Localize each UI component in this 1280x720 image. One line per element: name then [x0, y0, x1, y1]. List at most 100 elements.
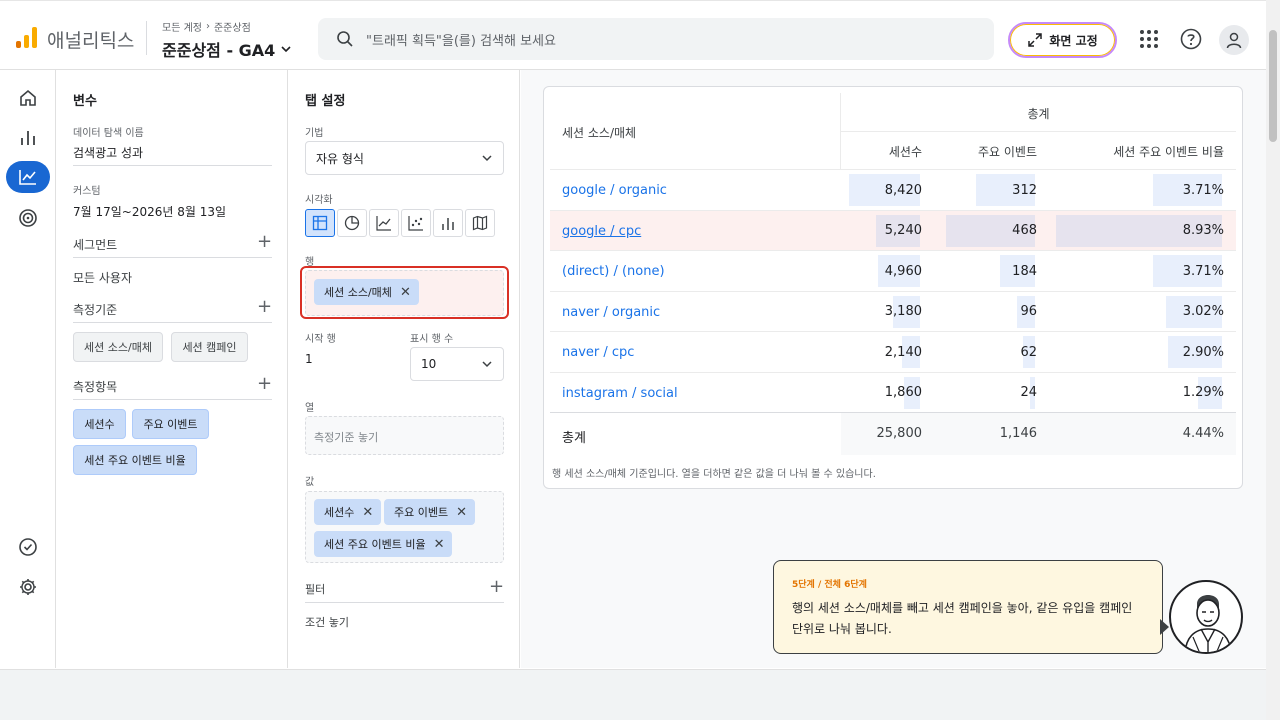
- remove-icon[interactable]: ✕: [434, 537, 445, 552]
- dimensions-label: 측정기준: [73, 303, 118, 317]
- date-range-picker[interactable]: 7월 17일~2026년 8월 13일: [73, 203, 226, 220]
- reports-icon[interactable]: [16, 126, 40, 150]
- column-header[interactable]: 주요 이벤트: [938, 143, 1037, 160]
- account-icon[interactable]: [1219, 25, 1249, 55]
- check-icon[interactable]: [16, 535, 40, 559]
- exploration-name-field[interactable]: 검색광고 성과: [73, 144, 143, 161]
- expand-icon: [1028, 33, 1043, 47]
- table-row[interactable]: google / cpc 5,240 468 8.93%: [550, 209, 1236, 250]
- bar-chart-icon[interactable]: [433, 209, 463, 237]
- left-nav: [0, 70, 56, 668]
- explore-icon[interactable]: [6, 161, 50, 193]
- dimension-chip[interactable]: 세션 소스/매체: [73, 332, 163, 362]
- source-medium-link[interactable]: google / cpc: [562, 224, 641, 239]
- value-chip[interactable]: 세션 주요 이벤트 비율 ✕: [314, 531, 453, 557]
- row-dimension-header[interactable]: 세션 소스/매체: [562, 124, 636, 141]
- add-filter-icon[interactable]: +: [489, 578, 504, 596]
- filters-label: 필터: [305, 583, 326, 596]
- column-header[interactable]: 세션수: [841, 143, 922, 160]
- cell-sessions: 5,240: [884, 223, 922, 238]
- cell-events: 312: [1012, 182, 1037, 198]
- columns-placeholder: 측정기준 놓기: [314, 431, 379, 444]
- home-icon[interactable]: [16, 86, 40, 110]
- analytics-logo-icon[interactable]: [16, 27, 37, 48]
- bottom-section: [0, 669, 1266, 720]
- value-chip[interactable]: 세션수 ✕: [314, 499, 382, 525]
- table-footnote: 행 세션 소스/매체 기준입니다. 열을 더하면 같은 값을 더 나눠 볼 수 …: [552, 469, 876, 480]
- breadcrumb[interactable]: 모든 계정 › 준준상점: [162, 19, 251, 34]
- map-icon[interactable]: [465, 209, 495, 237]
- variables-panel: 변수 데이터 탐색 이름 검색광고 성과 커스텀 7월 17일~2026년 8월…: [57, 70, 288, 668]
- cell-events: 62: [1020, 344, 1037, 360]
- value-chip-label: 세션 주요 이벤트 비율: [324, 538, 426, 551]
- search-bar[interactable]: "트래픽 획득"을(를) 검색해 보세요: [318, 18, 994, 60]
- breadcrumb-item[interactable]: 모든 계정: [162, 19, 202, 34]
- pin-screen-label: 화면 고정: [1049, 33, 1098, 48]
- total-row: 총계 25,800 1,146 4.44%: [550, 412, 1236, 455]
- source-medium-link[interactable]: (direct) / (none): [562, 264, 665, 279]
- group-header: 총계: [1027, 107, 1050, 121]
- table-row[interactable]: naver / organic 3,180 96 3.02%: [550, 290, 1236, 331]
- cell-rate: 8.93%: [1182, 223, 1224, 238]
- scrollbar-thumb[interactable]: [1269, 30, 1277, 142]
- tutorial-tooltip: 5단계 / 전체 6단계 행의 세션 소스/매체를 빼고 세션 캠페인을 놓아,…: [773, 560, 1163, 654]
- cell-sessions: 4,960: [884, 263, 922, 279]
- cell-rate: 3.71%: [1182, 182, 1224, 198]
- total-rate: 4.44%: [1182, 425, 1224, 441]
- page-scrollbar[interactable]: [1266, 0, 1280, 720]
- technique-select[interactable]: 자유 형식: [305, 141, 504, 175]
- cell-sessions: 2,140: [884, 344, 922, 360]
- settings-icon[interactable]: [16, 575, 40, 599]
- scatter-chart-icon[interactable]: [401, 209, 431, 237]
- table-row[interactable]: instagram / social 1,860 24 1.29%: [550, 371, 1236, 412]
- source-medium-link[interactable]: naver / cpc: [562, 345, 634, 360]
- pin-screen-button[interactable]: 화면 고정: [1008, 22, 1117, 58]
- chevron-down-icon: [281, 46, 291, 53]
- cell-events: 468: [1012, 223, 1037, 238]
- divider: [73, 322, 272, 323]
- show-rows-select[interactable]: 10: [410, 347, 504, 381]
- show-rows-value: 10: [421, 357, 437, 371]
- dimension-chip[interactable]: 세션 캠페인: [171, 332, 248, 362]
- technique-value: 자유 형식: [316, 151, 364, 166]
- cell-rate: 1.29%: [1182, 385, 1224, 400]
- remove-icon[interactable]: ✕: [362, 505, 373, 520]
- rows-highlight: [300, 266, 509, 319]
- remove-icon[interactable]: ✕: [456, 505, 467, 520]
- total-sessions: 25,800: [876, 425, 923, 441]
- columns-label: 열: [305, 403, 315, 414]
- exploration-name-label: 데이터 탐색 이름: [73, 128, 144, 139]
- advertising-icon[interactable]: [16, 206, 40, 230]
- table-row[interactable]: (direct) / (none) 4,960 184 3.71%: [550, 250, 1236, 290]
- property-selector[interactable]: 준준상점 - GA4: [162, 37, 293, 61]
- cell-sessions: 3,180: [884, 304, 922, 319]
- line-chart-icon[interactable]: [369, 209, 399, 237]
- add-segment-icon[interactable]: +: [257, 233, 272, 251]
- search-icon: [337, 31, 353, 47]
- table-row[interactable]: naver / cpc 2,140 62 2.90%: [550, 331, 1236, 371]
- add-metric-icon[interactable]: +: [257, 375, 272, 393]
- metric-chip[interactable]: 세션수: [73, 409, 126, 439]
- search-placeholder: "트래픽 획득"을(를) 검색해 보세요: [366, 33, 556, 49]
- breadcrumb-item[interactable]: 준준상점: [214, 19, 251, 34]
- table-viz-icon[interactable]: [305, 209, 335, 237]
- tab-settings-panel: 탭 설정 기법 자유 형식 시각화 행 세션 소스/매체 ✕ 시작 행 1 표시…: [289, 70, 520, 668]
- metric-chip[interactable]: 세션 주요 이벤트 비율: [73, 445, 197, 475]
- tutorial-message: 행의 세션 소스/매체를 빼고 세션 캠페인을 놓아, 같은 유입을 캠페인 단…: [792, 601, 1133, 636]
- add-dimension-icon[interactable]: +: [257, 298, 272, 316]
- divider: [73, 165, 272, 166]
- metric-chip[interactable]: 주요 이벤트: [132, 409, 209, 439]
- source-medium-link[interactable]: instagram / social: [562, 386, 678, 401]
- start-row-value[interactable]: 1: [305, 352, 313, 366]
- value-chip[interactable]: 주요 이벤트 ✕: [384, 499, 476, 525]
- apps-icon[interactable]: [1137, 27, 1161, 51]
- divider: [73, 257, 272, 258]
- help-icon[interactable]: [1179, 27, 1203, 51]
- column-header[interactable]: 세션 주요 이벤트 비율: [1048, 143, 1224, 160]
- segment-item[interactable]: 모든 사용자: [73, 269, 132, 286]
- source-medium-link[interactable]: naver / organic: [562, 305, 660, 320]
- table-row[interactable]: google / organic 8,420 312 3.71%: [550, 169, 1236, 209]
- source-medium-link[interactable]: google / organic: [562, 183, 667, 198]
- donut-chart-icon[interactable]: [337, 209, 367, 237]
- show-rows-label: 표시 행 수: [410, 334, 454, 345]
